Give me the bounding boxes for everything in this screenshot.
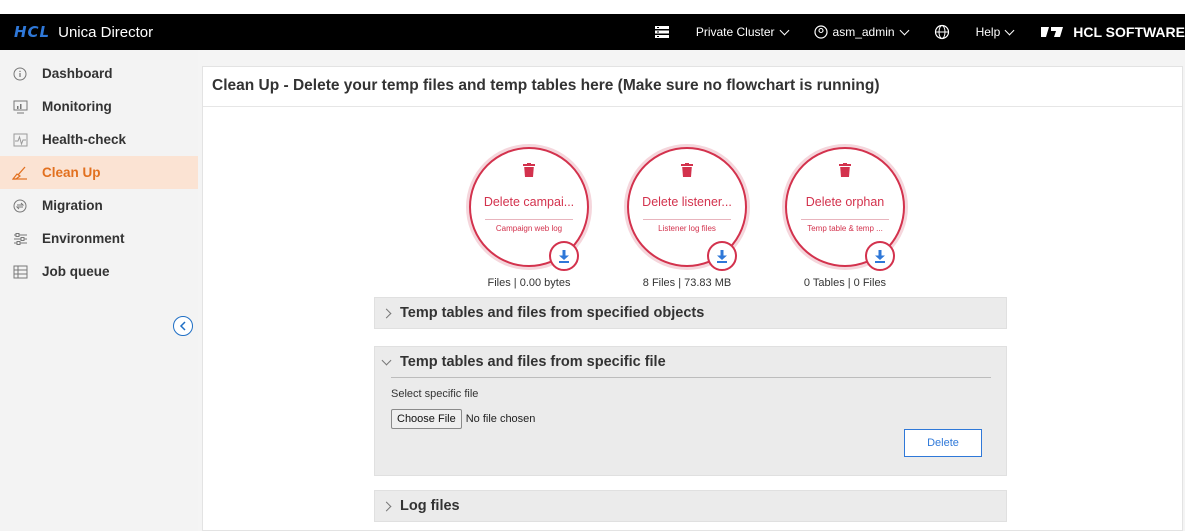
download-icon	[875, 249, 885, 263]
sidebar-item-migration[interactable]: Migration	[0, 189, 198, 222]
delete-button[interactable]: Delete	[904, 429, 982, 457]
card-caption: 0 Tables | 0 Files	[803, 277, 887, 289]
download-button[interactable]	[707, 241, 737, 271]
trash-icon	[839, 163, 851, 177]
monitor-icon	[12, 99, 28, 115]
sidebar-item-clean-up[interactable]: Clean Up	[0, 156, 198, 189]
delete-campaign-circle[interactable]: Delete campai... Campaign web log	[469, 147, 589, 271]
sidebar-item-environment[interactable]: Environment	[0, 222, 198, 255]
chevron-down-icon	[779, 25, 789, 35]
sidebar-item-label: Monitoring	[42, 99, 112, 114]
file-input[interactable]: Choose File No file chosen	[391, 409, 990, 429]
accordion-header[interactable]: Temp tables and files from specific file	[375, 347, 1006, 377]
vendor-label: HCL SOFTWARE	[1073, 24, 1185, 40]
user-icon	[813, 25, 828, 39]
accordion-log-files: Log files	[374, 490, 1007, 522]
sidebar-item-label: Migration	[42, 198, 103, 213]
download-button[interactable]	[865, 241, 895, 271]
card-label: Delete listener...	[642, 195, 732, 209]
card-sublabel: Campaign web log	[485, 219, 573, 233]
hcl-logo: HCL	[14, 23, 51, 41]
globe-icon[interactable]	[934, 24, 950, 40]
sidebar: Dashboard Monitoring Health-check Clean …	[0, 50, 198, 531]
broom-icon	[12, 165, 28, 181]
trash-icon	[523, 163, 535, 177]
card-label: Delete campai...	[483, 195, 575, 209]
sidebar-item-label: Environment	[42, 231, 125, 246]
hcl-software-mark-icon	[1041, 27, 1064, 37]
sidebar-item-health-check[interactable]: Health-check	[0, 123, 198, 156]
card-sublabel: Listener log files	[643, 219, 731, 233]
divider	[391, 377, 991, 378]
trash-icon	[681, 163, 693, 177]
choose-file-button[interactable]: Choose File	[391, 409, 462, 429]
card-label: Delete orphan	[805, 195, 885, 209]
card-caption: 8 Files | 73.83 MB	[642, 277, 732, 289]
chevron-down-icon	[381, 355, 392, 365]
accordion-header[interactable]: Temp tables and files from specified obj…	[375, 298, 1006, 328]
accordion-title: Log files	[400, 498, 460, 514]
sidebar-item-label: Dashboard	[42, 66, 113, 81]
help-dropdown[interactable]: Help	[975, 25, 1015, 39]
app-title: Unica Director	[58, 23, 154, 41]
queue-icon	[12, 264, 28, 280]
sidebar-item-dashboard[interactable]: Dashboard	[0, 57, 198, 90]
clean-up-panel: Clean Up - Delete your temp files and te…	[202, 66, 1183, 531]
collapse-sidebar-button[interactable]	[173, 316, 193, 336]
chevron-right-icon	[381, 501, 392, 511]
cluster-dropdown[interactable]: Private Cluster	[695, 25, 789, 39]
field-label: Select specific file	[391, 388, 479, 400]
accordion-specified-objects: Temp tables and files from specified obj…	[374, 297, 1007, 329]
download-icon	[559, 249, 569, 263]
sidebar-item-job-queue[interactable]: Job queue	[0, 255, 198, 288]
chevron-down-icon	[1004, 25, 1015, 35]
accordion-specific-file: Temp tables and files from specific file…	[374, 346, 1007, 476]
info-icon	[12, 66, 28, 82]
accordion-title: Temp tables and files from specific file	[400, 354, 666, 370]
sliders-icon	[12, 231, 28, 247]
brand[interactable]: HCL Unica Director	[0, 23, 153, 41]
delete-orphan-circle[interactable]: Delete orphan Temp table & temp ...	[785, 147, 905, 271]
card-orphan: Delete orphan Temp table & temp ... 0 Ta…	[780, 147, 910, 289]
card-listener: Delete listener... Listener log files 8 …	[622, 147, 752, 289]
user-dropdown[interactable]: asm_admin	[813, 25, 910, 39]
card-campaign: Delete campai... Campaign web log Files …	[464, 147, 594, 289]
cluster-label: Private Cluster	[695, 25, 775, 39]
chevron-down-icon	[899, 25, 910, 35]
card-caption: Files | 0.00 bytes	[487, 277, 571, 289]
page-title: Clean Up - Delete your temp files and te…	[203, 67, 1182, 107]
chevron-left-icon	[179, 321, 186, 331]
heartbeat-icon	[12, 132, 28, 148]
main-content: Clean Up - Delete your temp files and te…	[198, 50, 1185, 531]
hcl-software-logo: HCL SOFTWARE	[1039, 24, 1185, 40]
sidebar-item-monitoring[interactable]: Monitoring	[0, 90, 198, 123]
sidebar-item-label: Job queue	[42, 264, 110, 279]
download-button[interactable]	[549, 241, 579, 271]
migration-icon	[12, 198, 28, 214]
top-bar: HCL Unica Director Private Cluster asm_a…	[0, 14, 1185, 50]
accordion-title: Temp tables and files from specified obj…	[400, 305, 705, 321]
server-icon[interactable]	[654, 25, 670, 39]
no-file-label: No file chosen	[465, 413, 536, 425]
download-icon	[717, 249, 727, 263]
user-label: asm_admin	[832, 25, 895, 39]
help-label: Help	[975, 25, 1001, 39]
sidebar-item-label: Health-check	[42, 132, 127, 147]
sidebar-item-label: Clean Up	[42, 165, 101, 180]
accordion-header[interactable]: Log files	[375, 491, 1006, 521]
chevron-right-icon	[381, 308, 392, 318]
delete-listener-circle[interactable]: Delete listener... Listener log files	[627, 147, 747, 271]
card-sublabel: Temp table & temp ...	[801, 219, 889, 233]
